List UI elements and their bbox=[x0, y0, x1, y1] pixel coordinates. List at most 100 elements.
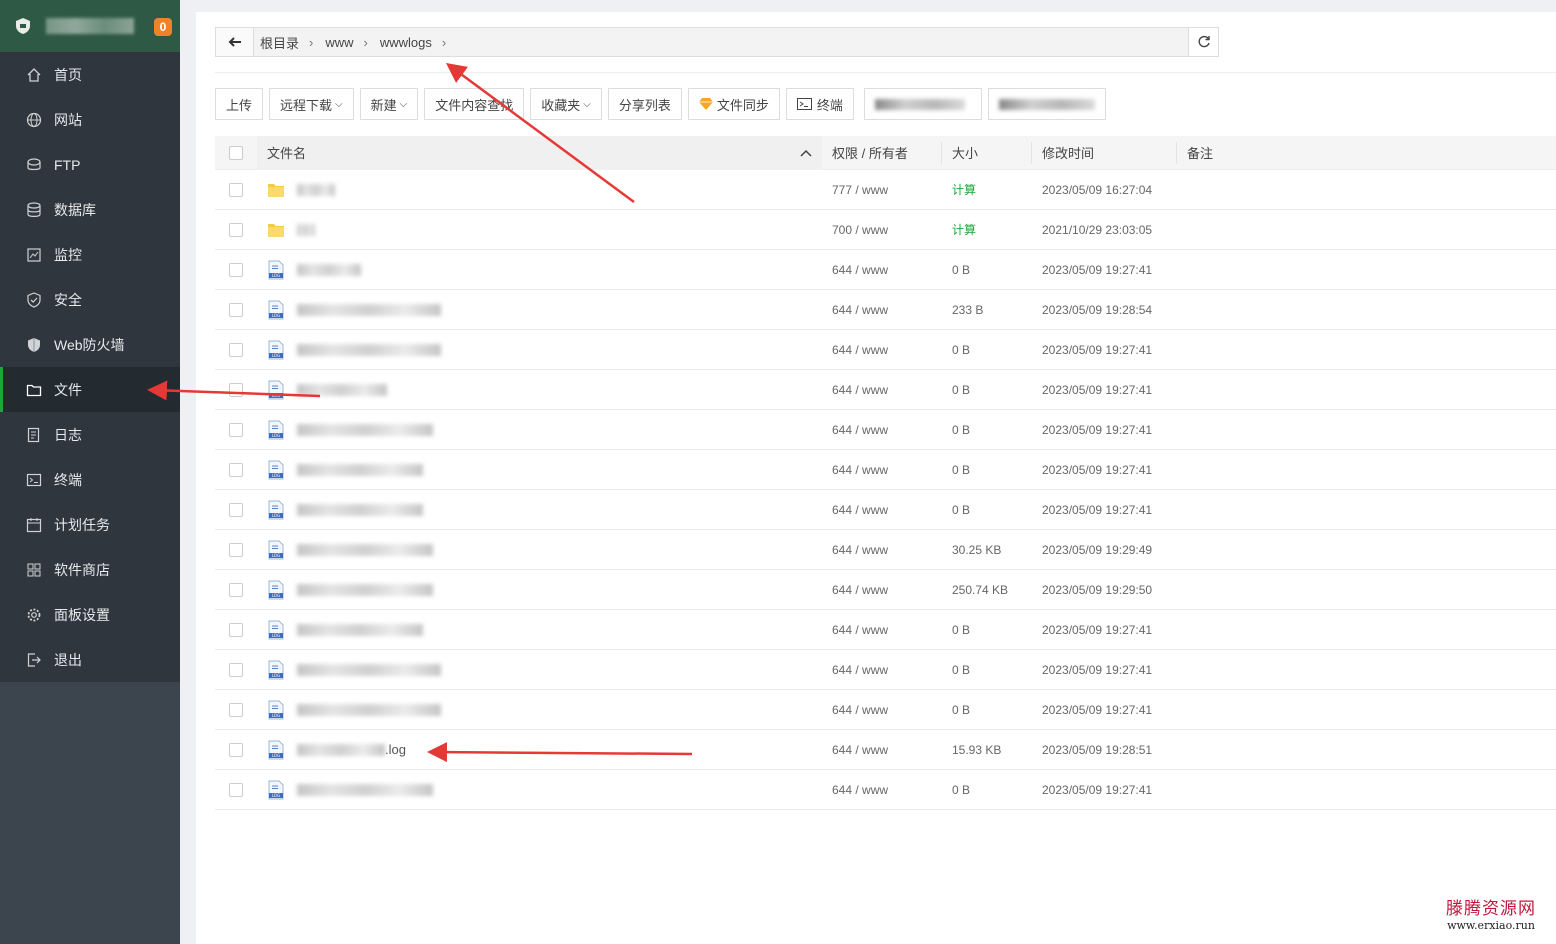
file-name-cell[interactable] bbox=[257, 180, 822, 200]
redacted-button-2[interactable] bbox=[987, 88, 1106, 120]
row-checkbox[interactable] bbox=[229, 182, 243, 197]
perm-cell[interactable]: 644 / www bbox=[822, 343, 942, 357]
perm-cell[interactable]: 644 / www bbox=[822, 423, 942, 437]
file-name-cell[interactable]: LOG bbox=[257, 500, 822, 520]
table-row[interactable]: LOG 644 / www 30.25 KB 2023/05/09 19:29:49 bbox=[215, 530, 1556, 570]
perm-cell[interactable]: 644 / www bbox=[822, 743, 942, 757]
sidebar-item-8[interactable]: 日志 bbox=[0, 412, 180, 457]
table-row[interactable]: 700 / www 计算 2021/10/29 23:03:05 bbox=[215, 210, 1556, 250]
perm-cell[interactable]: 644 / www bbox=[822, 303, 942, 317]
sidebar-item-10[interactable]: 计划任务 bbox=[0, 502, 180, 547]
perm-cell[interactable]: 644 / www bbox=[822, 503, 942, 517]
table-row[interactable]: LOG 644 / www 0 B 2023/05/09 19:27:41 bbox=[215, 410, 1556, 450]
file-name-cell[interactable]: LOG bbox=[257, 260, 822, 280]
file-name-cell[interactable]: LOG bbox=[257, 380, 822, 400]
header-name[interactable]: 文件名 bbox=[257, 135, 822, 170]
search-content-button[interactable]: 文件内容查找 bbox=[424, 88, 525, 120]
table-row[interactable]: LOG 644 / www 250.74 KB 2023/05/09 19:29:50 bbox=[215, 570, 1556, 610]
row-checkbox[interactable] bbox=[229, 622, 243, 637]
sidebar-item-3[interactable]: 数据库 bbox=[0, 187, 180, 232]
row-checkbox[interactable] bbox=[229, 782, 243, 797]
table-row[interactable]: LOG 644 / www 0 B 2023/05/09 19:27:41 bbox=[215, 690, 1556, 730]
new-button[interactable]: 新建 ⌵ bbox=[359, 88, 419, 120]
table-row[interactable]: LOG 644 / www 0 B 2023/05/09 19:27:41 bbox=[215, 450, 1556, 490]
share-list-button[interactable]: 分享列表 bbox=[607, 88, 682, 120]
table-row[interactable]: LOG 644 / www 0 B 2023/05/09 19:27:41 bbox=[215, 610, 1556, 650]
table-row[interactable]: LOG 644 / www 0 B 2023/05/09 19:27:41 bbox=[215, 770, 1556, 810]
row-checkbox[interactable] bbox=[229, 742, 243, 757]
row-checkbox[interactable] bbox=[229, 662, 243, 677]
perm-cell[interactable]: 644 / www bbox=[822, 783, 942, 797]
perm-cell[interactable]: 644 / www bbox=[822, 383, 942, 397]
row-checkbox[interactable] bbox=[229, 422, 243, 437]
file-name-cell[interactable]: LOG bbox=[257, 700, 822, 720]
sidebar-item-13[interactable]: 退出 bbox=[0, 637, 180, 682]
sidebar-item-11[interactable]: 软件商店 bbox=[0, 547, 180, 592]
size-cell[interactable]: 计算 bbox=[942, 221, 1032, 238]
terminal-button[interactable]: 终端 bbox=[785, 88, 854, 120]
table-row[interactable]: LOG .log 644 / www 15.93 KB 2023/05/09 19:28… bbox=[215, 730, 1556, 770]
header-size[interactable]: 大小 bbox=[942, 141, 1032, 164]
file-name-cell[interactable]: LOG bbox=[257, 340, 822, 360]
sidebar-item-12[interactable]: 面板设置 bbox=[0, 592, 180, 637]
table-row[interactable]: LOG 644 / www 0 B 2023/05/09 19:27:41 bbox=[215, 370, 1556, 410]
sidebar-item-0[interactable]: 首页 bbox=[0, 52, 180, 97]
row-checkbox[interactable] bbox=[229, 702, 243, 717]
row-checkbox[interactable] bbox=[229, 462, 243, 477]
perm-cell[interactable]: 644 / www bbox=[822, 543, 942, 557]
file-name-cell[interactable]: LOG bbox=[257, 460, 822, 480]
header-perm[interactable]: 权限 / 所有者 bbox=[822, 141, 942, 164]
row-checkbox[interactable] bbox=[229, 582, 243, 597]
row-checkbox[interactable] bbox=[229, 222, 243, 237]
table-row[interactable]: 777 / www 计算 2023/05/09 16:27:04 bbox=[215, 170, 1556, 210]
sidebar-item-1[interactable]: 网站 bbox=[0, 97, 180, 142]
file-name-cell[interactable]: LOG bbox=[257, 660, 822, 680]
file-sync-button[interactable]: 文件同步 bbox=[687, 88, 780, 120]
refresh-button[interactable] bbox=[1188, 28, 1218, 56]
row-checkbox[interactable] bbox=[229, 262, 243, 277]
file-name-cell[interactable]: LOG bbox=[257, 540, 822, 560]
upload-button[interactable]: 上传 bbox=[215, 88, 264, 120]
sidebar-item-2[interactable]: FTP bbox=[0, 142, 180, 187]
file-name-cell[interactable]: LOG bbox=[257, 580, 822, 600]
crumb-www[interactable]: www bbox=[325, 35, 353, 50]
perm-cell[interactable]: 644 / www bbox=[822, 583, 942, 597]
sidebar-item-6[interactable]: Web防火墙 bbox=[0, 322, 180, 367]
perm-cell[interactable]: 700 / www bbox=[822, 223, 942, 237]
select-all-checkbox[interactable] bbox=[229, 145, 243, 160]
table-row[interactable]: LOG 644 / www 0 B 2023/05/09 19:27:41 bbox=[215, 250, 1556, 290]
perm-cell[interactable]: 644 / www bbox=[822, 703, 942, 717]
row-checkbox[interactable] bbox=[229, 502, 243, 517]
redacted-button-1[interactable] bbox=[863, 88, 982, 120]
header-time[interactable]: 修改时间 bbox=[1032, 141, 1177, 164]
perm-cell[interactable]: 644 / www bbox=[822, 663, 942, 677]
perm-cell[interactable]: 644 / www bbox=[822, 623, 942, 637]
sidebar-item-5[interactable]: 安全 bbox=[0, 277, 180, 322]
crumb-root[interactable]: 根目录 bbox=[260, 33, 299, 52]
table-row[interactable]: LOG 644 / www 0 B 2023/05/09 19:27:41 bbox=[215, 330, 1556, 370]
size-cell[interactable]: 计算 bbox=[942, 181, 1032, 198]
sidebar-item-4[interactable]: 监控 bbox=[0, 232, 180, 277]
sidebar-item-9[interactable]: 终端 bbox=[0, 457, 180, 502]
row-checkbox[interactable] bbox=[229, 342, 243, 357]
crumb-wwwlogs[interactable]: wwwlogs bbox=[380, 35, 432, 50]
perm-cell[interactable]: 777 / www bbox=[822, 183, 942, 197]
row-checkbox[interactable] bbox=[229, 302, 243, 317]
file-name-cell[interactable]: LOG bbox=[257, 620, 822, 640]
notification-badge[interactable]: 0 bbox=[154, 18, 172, 36]
favorites-button[interactable]: 收藏夹 ⌵ bbox=[530, 88, 602, 120]
file-name-cell[interactable]: LOG bbox=[257, 300, 822, 320]
perm-cell[interactable]: 644 / www bbox=[822, 263, 942, 277]
sidebar-item-7[interactable]: 文件 bbox=[0, 367, 180, 412]
perm-cell[interactable]: 644 / www bbox=[822, 463, 942, 477]
file-name-cell[interactable]: LOG bbox=[257, 780, 822, 800]
file-name-cell[interactable]: LOG bbox=[257, 420, 822, 440]
row-checkbox[interactable] bbox=[229, 382, 243, 397]
back-button[interactable] bbox=[216, 28, 254, 56]
table-row[interactable]: LOG 644 / www 0 B 2023/05/09 19:27:41 bbox=[215, 650, 1556, 690]
remote-download-button[interactable]: 远程下载 ⌵ bbox=[269, 88, 354, 120]
row-checkbox[interactable] bbox=[229, 542, 243, 557]
file-name-cell[interactable]: LOG .log bbox=[257, 740, 822, 760]
table-row[interactable]: LOG 644 / www 0 B 2023/05/09 19:27:41 bbox=[215, 490, 1556, 530]
file-name-cell[interactable] bbox=[257, 220, 822, 240]
